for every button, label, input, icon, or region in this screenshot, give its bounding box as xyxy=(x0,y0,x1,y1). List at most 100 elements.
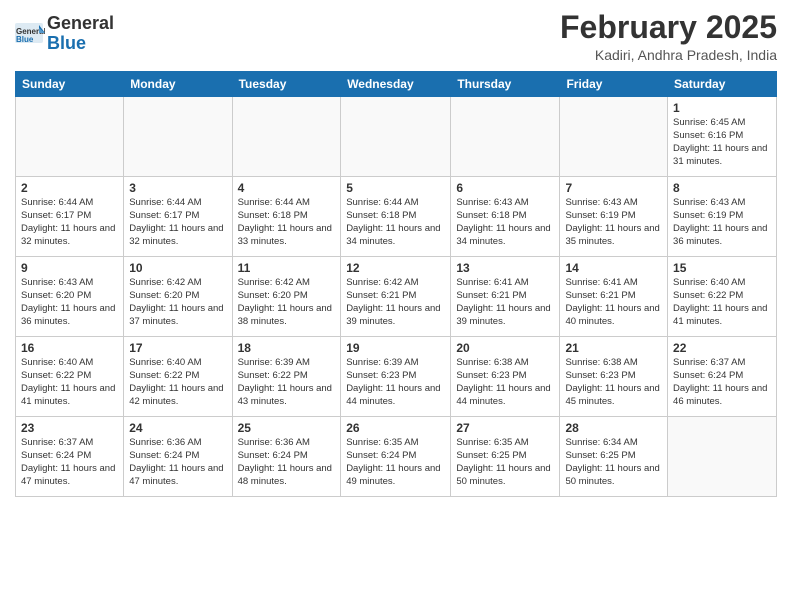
day-number: 26 xyxy=(346,421,445,435)
header-friday: Friday xyxy=(560,72,668,97)
day-info: Sunrise: 6:38 AM Sunset: 6:23 PM Dayligh… xyxy=(456,357,554,408)
day-info: Sunrise: 6:43 AM Sunset: 6:19 PM Dayligh… xyxy=(673,197,771,248)
day-info: Sunrise: 6:40 AM Sunset: 6:22 PM Dayligh… xyxy=(21,357,118,408)
day-cell: 17 Sunrise: 6:40 AM Sunset: 6:22 PM Dayli… xyxy=(124,337,232,417)
day-info: Sunrise: 6:42 AM Sunset: 6:21 PM Dayligh… xyxy=(346,277,445,328)
day-info: Sunrise: 6:41 AM Sunset: 6:21 PM Dayligh… xyxy=(456,277,554,328)
header-row: SundayMondayTuesdayWednesdayThursdayFrid… xyxy=(16,72,777,97)
day-info: Sunrise: 6:37 AM Sunset: 6:24 PM Dayligh… xyxy=(673,357,771,408)
week-row-3: 16Sunrise: 6:40 AM Sunset: 6:22 PM Dayli… xyxy=(16,337,777,417)
logo-icon: General Blue xyxy=(15,23,45,45)
week-row-1: 2 Sunrise: 6:44 AM Sunset: 6:17 PM Daylig… xyxy=(16,177,777,257)
day-cell: 2 Sunrise: 6:44 AM Sunset: 6:17 PM Daylig… xyxy=(16,177,124,257)
day-cell: 7 Sunrise: 6:43 AM Sunset: 6:19 PM Daylig… xyxy=(560,177,668,257)
calendar-title: February 2025 xyxy=(560,10,777,45)
logo: General Blue General Blue xyxy=(15,14,114,54)
day-cell: 4 Sunrise: 6:44 AM Sunset: 6:18 PM Daylig… xyxy=(232,177,341,257)
day-info: Sunrise: 6:39 AM Sunset: 6:23 PM Dayligh… xyxy=(346,357,445,408)
day-info: Sunrise: 6:42 AM Sunset: 6:20 PM Dayligh… xyxy=(238,277,336,328)
day-number: 14 xyxy=(565,261,662,275)
title-area: February 2025 Kadiri, Andhra Pradesh, In… xyxy=(560,10,777,63)
day-cell: 22 Sunrise: 6:37 AM Sunset: 6:24 PM Dayli… xyxy=(668,337,777,417)
day-number: 4 xyxy=(238,181,336,195)
day-number: 25 xyxy=(238,421,336,435)
day-info: Sunrise: 6:43 AM Sunset: 6:19 PM Dayligh… xyxy=(565,197,662,248)
week-row-2: 9Sunrise: 6:43 AM Sunset: 6:20 PM Daylig… xyxy=(16,257,777,337)
day-info: Sunrise: 6:42 AM Sunset: 6:20 PM Dayligh… xyxy=(129,277,226,328)
logo-blue: Blue xyxy=(47,34,114,54)
day-cell: 8 Sunrise: 6:43 AM Sunset: 6:19 PM Daylig… xyxy=(668,177,777,257)
day-cell: 9Sunrise: 6:43 AM Sunset: 6:20 PM Daylig… xyxy=(16,257,124,337)
logo-general: General xyxy=(47,13,114,33)
day-info: Sunrise: 6:34 AM Sunset: 6:25 PM Dayligh… xyxy=(565,437,662,488)
header-saturday: Saturday xyxy=(668,72,777,97)
day-info: Sunrise: 6:44 AM Sunset: 6:18 PM Dayligh… xyxy=(346,197,445,248)
logo-blue-text: Blue xyxy=(47,33,86,53)
day-cell: 21 Sunrise: 6:38 AM Sunset: 6:23 PM Dayli… xyxy=(560,337,668,417)
day-info: Sunrise: 6:40 AM Sunset: 6:22 PM Dayligh… xyxy=(673,277,771,328)
day-cell xyxy=(124,97,232,177)
day-cell: 11 Sunrise: 6:42 AM Sunset: 6:20 PM Dayli… xyxy=(232,257,341,337)
page: General Blue General Blue February 2025 … xyxy=(0,0,792,612)
day-cell: 14 Sunrise: 6:41 AM Sunset: 6:21 PM Dayli… xyxy=(560,257,668,337)
day-number: 27 xyxy=(456,421,554,435)
day-info: Sunrise: 6:37 AM Sunset: 6:24 PM Dayligh… xyxy=(21,437,118,488)
day-cell xyxy=(341,97,451,177)
svg-text:Blue: Blue xyxy=(16,35,34,44)
day-info: Sunrise: 6:43 AM Sunset: 6:18 PM Dayligh… xyxy=(456,197,554,248)
day-cell xyxy=(232,97,341,177)
day-cell: 28 Sunrise: 6:34 AM Sunset: 6:25 PM Dayli… xyxy=(560,417,668,497)
day-info: Sunrise: 6:44 AM Sunset: 6:18 PM Dayligh… xyxy=(238,197,336,248)
day-cell: 24 Sunrise: 6:36 AM Sunset: 6:24 PM Dayli… xyxy=(124,417,232,497)
day-info: Sunrise: 6:44 AM Sunset: 6:17 PM Dayligh… xyxy=(21,197,118,248)
day-info: Sunrise: 6:35 AM Sunset: 6:24 PM Dayligh… xyxy=(346,437,445,488)
day-cell: 6Sunrise: 6:43 AM Sunset: 6:18 PM Daylig… xyxy=(451,177,560,257)
day-cell: 20 Sunrise: 6:38 AM Sunset: 6:23 PM Dayli… xyxy=(451,337,560,417)
header-sunday: Sunday xyxy=(16,72,124,97)
day-cell: 19 Sunrise: 6:39 AM Sunset: 6:23 PM Dayli… xyxy=(341,337,451,417)
day-info: Sunrise: 6:39 AM Sunset: 6:22 PM Dayligh… xyxy=(238,357,336,408)
day-number: 13 xyxy=(456,261,554,275)
day-number: 21 xyxy=(565,341,662,355)
day-cell: 18Sunrise: 6:39 AM Sunset: 6:22 PM Dayli… xyxy=(232,337,341,417)
day-info: Sunrise: 6:36 AM Sunset: 6:24 PM Dayligh… xyxy=(129,437,226,488)
header-thursday: Thursday xyxy=(451,72,560,97)
day-number: 19 xyxy=(346,341,445,355)
day-number: 8 xyxy=(673,181,771,195)
calendar-subtitle: Kadiri, Andhra Pradesh, India xyxy=(560,47,777,63)
header-tuesday: Tuesday xyxy=(232,72,341,97)
day-cell: 3Sunrise: 6:44 AM Sunset: 6:17 PM Daylig… xyxy=(124,177,232,257)
day-info: Sunrise: 6:44 AM Sunset: 6:17 PM Dayligh… xyxy=(129,197,226,248)
day-cell xyxy=(668,417,777,497)
day-number: 12 xyxy=(346,261,445,275)
day-number: 2 xyxy=(21,181,118,195)
day-number: 20 xyxy=(456,341,554,355)
day-info: Sunrise: 6:38 AM Sunset: 6:23 PM Dayligh… xyxy=(565,357,662,408)
day-number: 15 xyxy=(673,261,771,275)
day-number: 23 xyxy=(21,421,118,435)
day-cell: 10Sunrise: 6:42 AM Sunset: 6:20 PM Dayli… xyxy=(124,257,232,337)
day-info: Sunrise: 6:41 AM Sunset: 6:21 PM Dayligh… xyxy=(565,277,662,328)
day-number: 17 xyxy=(129,341,226,355)
day-cell: 27Sunrise: 6:35 AM Sunset: 6:25 PM Dayli… xyxy=(451,417,560,497)
day-number: 11 xyxy=(238,261,336,275)
header-wednesday: Wednesday xyxy=(341,72,451,97)
calendar-table: SundayMondayTuesdayWednesdayThursdayFrid… xyxy=(15,71,777,497)
day-number: 24 xyxy=(129,421,226,435)
week-row-4: 23 Sunrise: 6:37 AM Sunset: 6:24 PM Dayli… xyxy=(16,417,777,497)
day-number: 9 xyxy=(21,261,118,275)
day-number: 5 xyxy=(346,181,445,195)
day-info: Sunrise: 6:40 AM Sunset: 6:22 PM Dayligh… xyxy=(129,357,226,408)
day-cell: 16Sunrise: 6:40 AM Sunset: 6:22 PM Dayli… xyxy=(16,337,124,417)
day-cell: 15 Sunrise: 6:40 AM Sunset: 6:22 PM Dayli… xyxy=(668,257,777,337)
day-number: 28 xyxy=(565,421,662,435)
day-cell: 1 Sunrise: 6:45 AM Sunset: 6:16 PM Daylig… xyxy=(668,97,777,177)
day-cell xyxy=(16,97,124,177)
day-number: 1 xyxy=(673,101,771,115)
logo-text: General xyxy=(47,14,114,34)
day-number: 7 xyxy=(565,181,662,195)
day-cell: 13 Sunrise: 6:41 AM Sunset: 6:21 PM Dayli… xyxy=(451,257,560,337)
day-number: 22 xyxy=(673,341,771,355)
day-info: Sunrise: 6:45 AM Sunset: 6:16 PM Dayligh… xyxy=(673,117,771,168)
header-monday: Monday xyxy=(124,72,232,97)
